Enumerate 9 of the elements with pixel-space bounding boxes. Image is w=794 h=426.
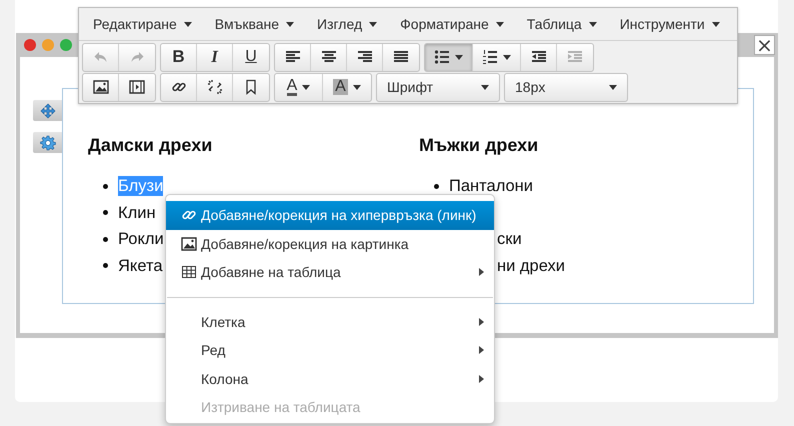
list-item: Якета — [118, 256, 162, 276]
list-item: Панталони — [449, 176, 534, 196]
list-item: ни дрехи — [497, 256, 565, 276]
list-item: Блузи — [118, 176, 164, 196]
column-heading: Дамски дрехи — [88, 134, 214, 156]
column-heading: Мъжки дрехи — [419, 134, 540, 156]
list-item: ски — [497, 229, 522, 250]
list-item: Клин — [118, 202, 156, 223]
list-item: Рокли — [118, 229, 164, 250]
